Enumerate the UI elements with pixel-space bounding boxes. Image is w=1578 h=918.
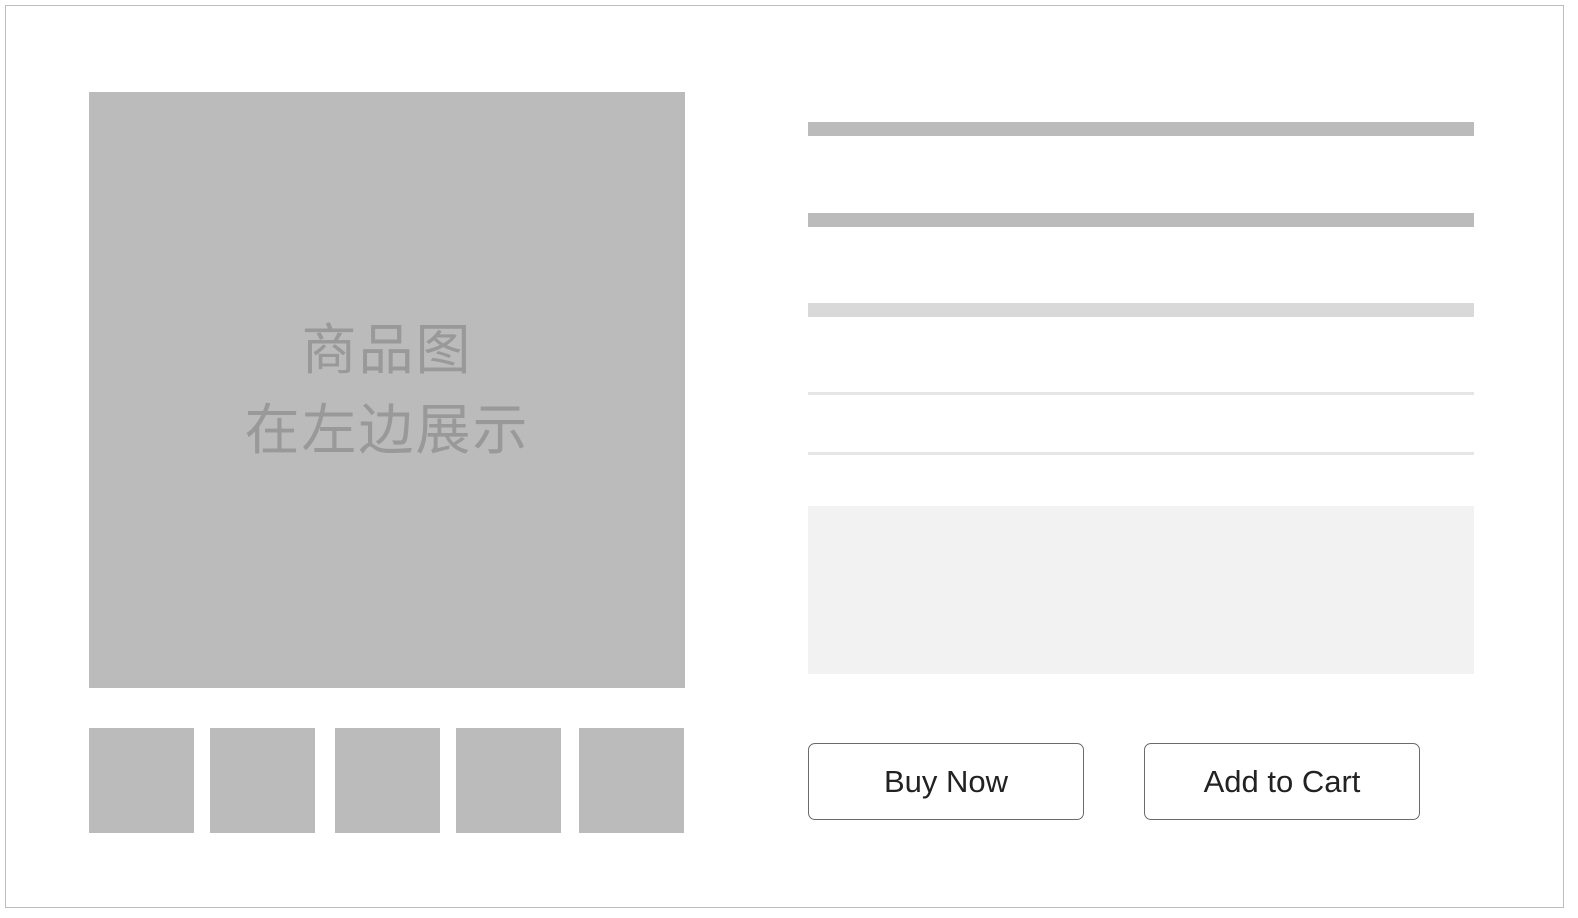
divider-line bbox=[808, 452, 1474, 455]
product-subtitle-placeholder bbox=[808, 213, 1474, 227]
product-thumbnail-3[interactable] bbox=[335, 728, 440, 833]
product-thumbnail-4[interactable] bbox=[456, 728, 561, 833]
product-main-image[interactable]: 商品图 在左边展示 bbox=[89, 92, 685, 688]
product-price-placeholder bbox=[808, 303, 1474, 317]
product-description-placeholder bbox=[808, 506, 1474, 674]
product-thumbnail-5[interactable] bbox=[579, 728, 684, 833]
main-image-caption-line2: 在左边展示 bbox=[244, 398, 530, 462]
divider-line bbox=[808, 392, 1474, 395]
buy-now-button[interactable]: Buy Now bbox=[808, 743, 1084, 820]
main-image-caption-line1: 商品图 bbox=[301, 318, 473, 382]
product-thumbnail-1[interactable] bbox=[89, 728, 194, 833]
product-title-placeholder bbox=[808, 122, 1474, 136]
product-thumbnail-2[interactable] bbox=[210, 728, 315, 833]
add-to-cart-button[interactable]: Add to Cart bbox=[1144, 743, 1420, 820]
